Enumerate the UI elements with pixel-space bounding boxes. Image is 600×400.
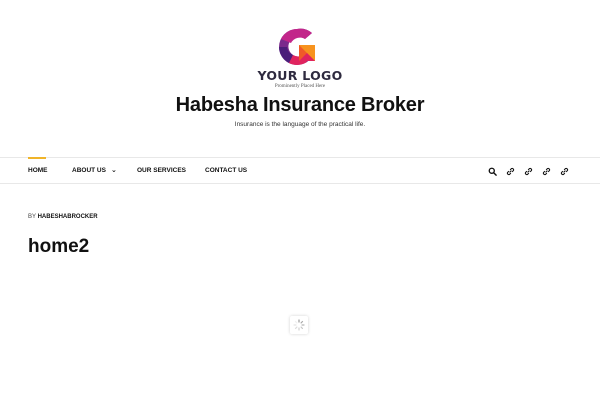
logo-g-icon	[279, 28, 315, 65]
nav-item-home[interactable]: HOME	[28, 157, 48, 184]
main-navigation: HOME ABOUT US ⌄ OUR SERVICES CONTACT US	[0, 157, 600, 184]
nav-item-contact-us[interactable]: CONTACT US	[205, 158, 247, 184]
nav-item-label: ABOUT US	[72, 167, 106, 174]
site-logo[interactable]: YOUR LOGO Prominently Placed Here	[256, 27, 344, 93]
link-icon[interactable]	[560, 167, 569, 176]
logo-tagline: Prominently Placed Here	[274, 84, 326, 89]
link-icon[interactable]	[524, 167, 533, 176]
site-header: YOUR LOGO Prominently Placed Here Habesh…	[0, 0, 600, 157]
post-byline: BY HABESHABROCKER	[28, 214, 98, 220]
site-title[interactable]: Habesha Insurance Broker	[0, 94, 600, 117]
site-tagline: Insurance is the language of the practic…	[234, 121, 366, 128]
logo-text: YOUR LOGO	[257, 68, 343, 83]
byline-label: BY	[28, 214, 36, 220]
page-title: home2	[28, 236, 90, 257]
loading-spinner-icon	[293, 319, 305, 331]
author-link[interactable]: HABESHABROCKER	[38, 214, 98, 220]
nav-item-label: CONTACT US	[205, 167, 248, 174]
link-icon[interactable]	[542, 167, 551, 176]
nav-item-about-us[interactable]: ABOUT US ⌄	[72, 158, 117, 184]
link-icon[interactable]	[506, 167, 515, 176]
search-icon[interactable]	[488, 167, 497, 176]
chevron-down-icon: ⌄	[110, 167, 117, 174]
nav-item-label: HOME	[28, 167, 48, 174]
loading-spinner	[290, 316, 308, 334]
nav-item-label: OUR SERVICES	[137, 167, 187, 174]
nav-item-our-services[interactable]: OUR SERVICES	[137, 158, 186, 184]
